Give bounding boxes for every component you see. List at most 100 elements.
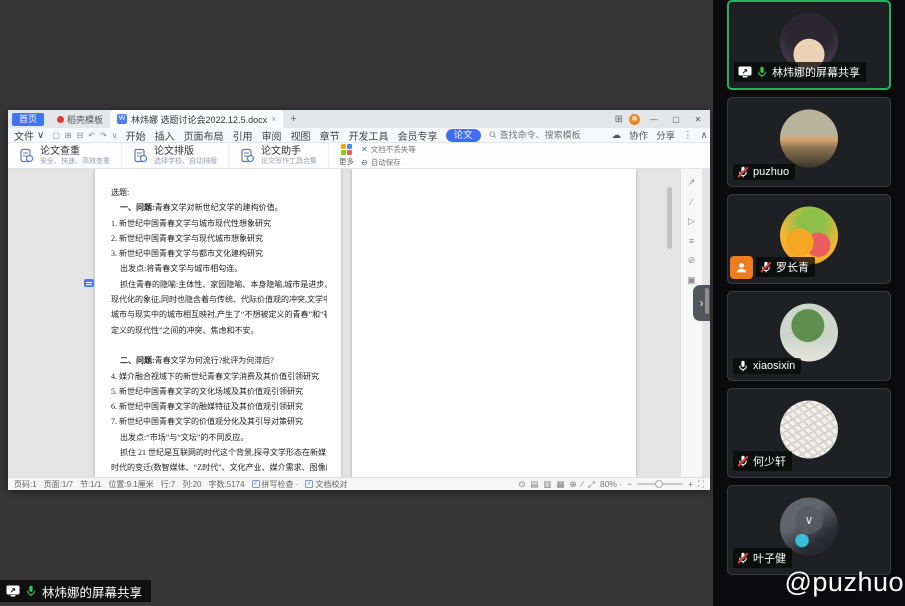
mic-on-icon — [25, 585, 37, 597]
document-line: 出发点:将青春文学与城市相勾连。 — [111, 261, 327, 276]
ribbon-extra-item[interactable]: ✕ 文档不丢失等 — [361, 144, 416, 155]
watermark-text: @puzhuo — [785, 567, 905, 598]
participant-tile[interactable]: ∨ 叶子健 — [727, 485, 891, 575]
participant-name: puzhuo — [753, 166, 789, 178]
paper-tool-icon — [19, 148, 34, 163]
ribbon-group-button[interactable]: 论文查重 安全、快速、高效查重 — [8, 143, 122, 168]
document-line: 7. 新世纪中国青春文学的价值观分化及其引导对策研究 — [111, 414, 327, 429]
quick-tool-icon[interactable]: ⊞ — [65, 131, 72, 140]
quick-tool-icon[interactable]: ▢ — [52, 131, 60, 140]
document-line — [111, 338, 327, 353]
participant-tile[interactable]: xiaosixin — [727, 291, 891, 381]
account-avatar[interactable] — [629, 114, 640, 125]
search-input[interactable] — [500, 130, 596, 140]
ribbon-tab[interactable]: 审阅 — [262, 128, 282, 143]
document-line: 二、问题:青春文学为何流行?批评为何滞后? — [111, 353, 327, 368]
view-mode-icon[interactable]: ⊕ — [570, 479, 577, 490]
document-line: 城市与现实中的城市相互映衬,产生了“不想被定义的青春”和“被 — [111, 307, 327, 322]
view-mode-icon[interactable]: ▦ — [557, 479, 565, 490]
quick-tool-icon[interactable]: ⊟ — [77, 131, 84, 140]
status-segment: 列:20 — [182, 479, 201, 490]
sidebar-drag-handle[interactable] — [705, 288, 709, 314]
chevron-down-icon[interactable]: ∨ — [795, 506, 823, 534]
ribbon-tab-active-paper[interactable]: 论文 — [446, 129, 481, 142]
docer-tab-label: 稻壳模板 — [67, 113, 103, 126]
new-tab-button[interactable]: + — [283, 113, 303, 125]
ribbon-tab[interactable]: 会员专享 — [398, 128, 438, 143]
ribbon-extra-item[interactable]: ⊖ 自动保存 — [361, 157, 416, 168]
ribbon-group-button[interactable]: 论文助手 论文写作工具合集 — [229, 143, 329, 168]
docer-icon — [57, 116, 64, 123]
share-button[interactable]: 分享 — [656, 128, 675, 142]
view-mode-icon[interactable]: ▤ — [530, 479, 538, 490]
zoom-value[interactable]: 80% · — [600, 479, 622, 489]
wps-menubar: 文件 ∨ ▢⊞⊟↶↷∨ 开始插入页面布局引用审阅视图章节开发工具会员专享 论文 … — [8, 128, 710, 143]
document-line: 现代化的象征,同时也隐含着与传统、代际价值观的冲突,文学中 — [111, 292, 327, 307]
close-tab-icon[interactable]: × — [271, 114, 276, 124]
status-segment: 字数:5174 — [209, 479, 245, 490]
participant-tile[interactable]: 罗长青 — [727, 194, 891, 284]
ribbon-tab[interactable]: 页面布局 — [184, 128, 224, 143]
participant-name: 罗长青 — [776, 259, 809, 275]
ribbon-group-button[interactable]: 论文排版 选择学校、自动排版 — [122, 143, 229, 168]
participant-tile[interactable]: 林炜娜的屏幕共享 — [727, 0, 891, 90]
view-mode-icon[interactable]: ▥ — [543, 479, 551, 490]
more-tools-button[interactable]: 更多 — [339, 144, 354, 167]
check-label: 文档校对 — [315, 479, 347, 490]
layout-grid-icon[interactable]: ⊞ — [615, 114, 623, 125]
more-menu-icon[interactable]: ⋮ — [683, 130, 693, 141]
participant-tile[interactable]: 何少轩 — [727, 388, 891, 478]
status-check-item[interactable]: ✓ 拼写检查 · — [252, 479, 299, 490]
zoom-slider[interactable] — [637, 483, 683, 485]
wps-office-window: 首页 稻壳模板 W 林炜娜 选题讨论会2022.12.5.docx × + ⊞ … — [8, 110, 710, 490]
status-check-item[interactable]: ✓ 文档校对 — [305, 479, 347, 490]
ribbon-tab[interactable]: 视图 — [291, 128, 311, 143]
collaborate-button[interactable]: 协作 — [629, 128, 648, 142]
document-tab[interactable]: W 林炜娜 选题讨论会2022.12.5.docx × — [110, 110, 283, 128]
participant-tile[interactable]: puzhuo — [727, 97, 891, 187]
search-icon — [489, 131, 497, 139]
side-tool-icon[interactable]: ∕ — [691, 197, 693, 207]
close-window-button[interactable]: ✕ — [690, 115, 706, 124]
quick-tool-icon[interactable]: ∨ — [112, 131, 118, 140]
zoom-slider-thumb[interactable] — [655, 480, 663, 488]
view-mode-icon[interactable]: ∕ — [582, 479, 583, 490]
ribbon-tab[interactable]: 引用 — [233, 128, 253, 143]
document-line: 一、问题:青春文学对新世纪文学的建构价值。 — [111, 200, 327, 215]
side-tool-icon[interactable]: ⊘ — [688, 255, 696, 266]
check-icon: ✓ — [305, 480, 313, 488]
ribbon-tab[interactable]: 插入 — [155, 128, 175, 143]
side-tool-icon[interactable]: ≡ — [689, 236, 694, 246]
command-search[interactable] — [489, 130, 596, 140]
document-tab-title: 林炜娜 选题讨论会2022.12.5.docx — [131, 113, 267, 126]
document-line: 定义的现代性”之间的冲突、焦虑和不安。 — [111, 323, 327, 338]
minimize-button[interactable]: — — [646, 115, 662, 124]
side-tool-icon[interactable]: ▷ — [688, 216, 695, 227]
file-menu[interactable]: 文件 ∨ — [14, 128, 44, 143]
side-tool-icon[interactable]: ↗ — [688, 177, 696, 188]
quick-tool-icon[interactable]: ↷ — [100, 131, 107, 140]
document-canvas[interactable]: 选题: 一、问题:青春文学对新世纪文学的建构价值。 1. 新世纪中国青春文学与城… — [8, 169, 710, 477]
zoom-out-button[interactable]: − — [627, 479, 632, 489]
fullscreen-icon[interactable]: ⛶ — [698, 479, 704, 490]
fit-page-icon[interactable]: ⤢ — [588, 479, 595, 490]
ribbon-tab[interactable]: 章节 — [320, 128, 340, 143]
document-page-right — [352, 169, 636, 477]
wps-home-button[interactable]: 首页 — [12, 113, 44, 126]
collapse-ribbon-icon[interactable]: ∧ — [701, 130, 708, 141]
view-mode-icon[interactable]: ⊙ — [518, 479, 525, 490]
ribbon-tab[interactable]: 开始 — [126, 128, 146, 143]
comment-icon[interactable] — [84, 279, 94, 287]
cloud-sync-icon[interactable]: ☁ — [612, 130, 622, 141]
extra-item-icon: ⊖ — [361, 158, 368, 167]
ribbon-tab[interactable]: 开发工具 — [349, 128, 389, 143]
quick-tool-icon[interactable]: ↶ — [88, 131, 95, 140]
side-tool-icon[interactable]: ▣ — [687, 275, 696, 286]
mic-icon — [737, 455, 749, 467]
zoom-in-button[interactable]: + — [688, 479, 693, 489]
wps-ribbon-paper-tools: 论文查重 安全、快速、高效查重 论文排版 选择学校、自动排版 — [8, 143, 710, 169]
vertical-scrollbar-thumb[interactable] — [667, 187, 672, 249]
docer-template-tab[interactable]: 稻壳模板 — [50, 110, 110, 128]
quick-access-toolbar[interactable]: ▢ ⊞ ⊟ ↶ ↷ ∨ — [52, 131, 117, 140]
restore-button[interactable]: ▢ — [668, 115, 684, 124]
